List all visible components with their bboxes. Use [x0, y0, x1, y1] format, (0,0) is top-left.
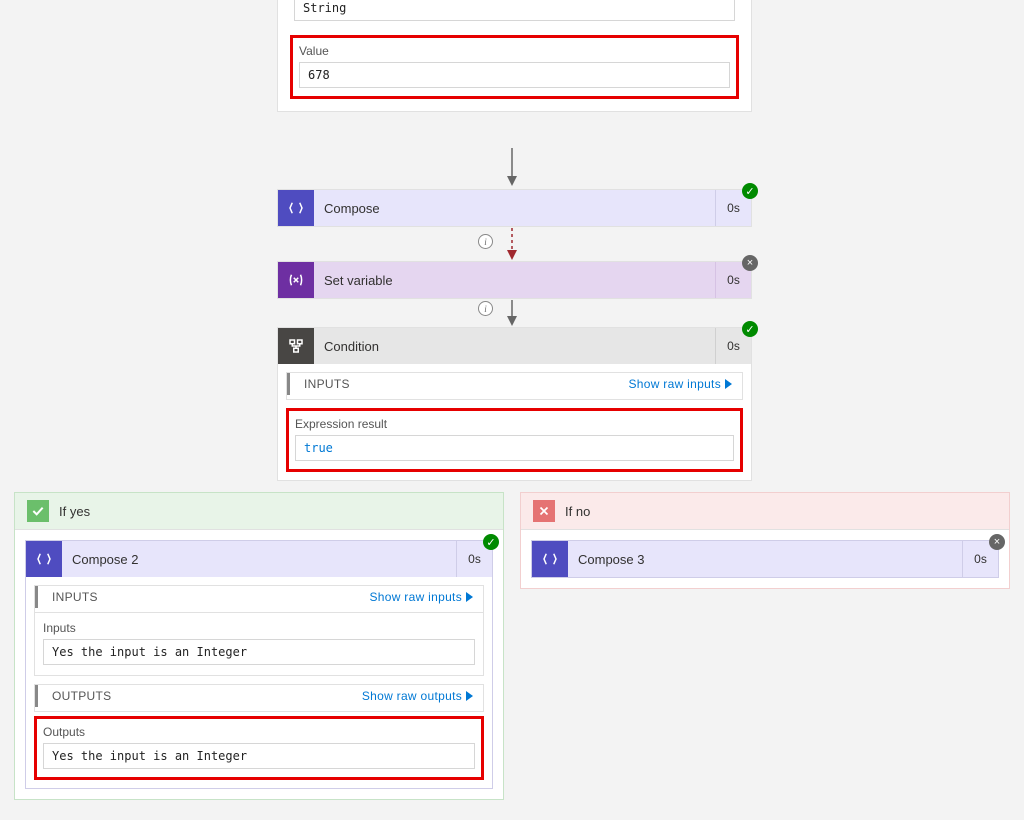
compose-2-step[interactable]: Compose 2 0s ✓ INPUTS Show raw inputs [25, 540, 493, 789]
arrow-connector [502, 148, 522, 188]
inputs-label: Inputs [43, 621, 475, 635]
skipped-icon: × [989, 534, 1005, 550]
value-value: 678 [299, 62, 730, 88]
compose-step[interactable]: Compose 0s ✓ [277, 189, 752, 227]
success-icon: ✓ [742, 321, 758, 337]
arrow-connector-dashed [502, 226, 522, 262]
success-icon: ✓ [483, 534, 499, 550]
info-icon[interactable]: i [478, 301, 493, 316]
show-raw-inputs-link[interactable]: Show raw inputs [628, 377, 732, 391]
inputs-header: INPUTS [52, 590, 98, 604]
if-no-branch[interactable]: If no Compose 3 0s × [520, 492, 1010, 589]
show-raw-outputs-link[interactable]: Show raw outputs [362, 689, 473, 703]
compose-icon [532, 541, 568, 577]
outputs-label: Outputs [43, 725, 475, 739]
compose-icon [278, 190, 314, 226]
inputs-header: INPUTS [304, 377, 350, 391]
compose-3-label: Compose 3 [568, 541, 962, 577]
set-variable-step[interactable]: Set variable 0s × [277, 261, 752, 299]
set-variable-label: Set variable [314, 262, 715, 298]
outputs-value: Yes the input is an Integer [43, 743, 475, 769]
if-yes-branch[interactable]: If yes Compose 2 0s ✓ INPUTS [14, 492, 504, 800]
chevron-right-icon [466, 691, 473, 701]
check-icon [27, 500, 49, 522]
outputs-highlight: Outputs Yes the input is an Integer [34, 716, 484, 780]
value-label: Value [299, 44, 730, 58]
chevron-right-icon [466, 592, 473, 602]
condition-inputs-section: INPUTS Show raw inputs [286, 372, 743, 400]
value-highlight: Value 678 [290, 35, 739, 99]
variable-icon [278, 262, 314, 298]
info-icon[interactable]: i [478, 234, 493, 249]
compose-label: Compose [314, 190, 715, 226]
compose-2-label: Compose 2 [62, 541, 456, 577]
expression-result-value: true [295, 435, 734, 461]
initialize-variable-card[interactable]: Type String Value 678 [277, 0, 752, 112]
type-value: String [294, 0, 735, 21]
condition-label: Condition [314, 328, 715, 364]
show-raw-inputs-link[interactable]: Show raw inputs [369, 590, 473, 604]
compose-2-inputs-header-section: INPUTS Show raw inputs [34, 585, 484, 613]
success-icon: ✓ [742, 183, 758, 199]
condition-step[interactable]: Condition 0s ✓ INPUTS Show raw inputs Ex… [277, 327, 752, 481]
close-icon [533, 500, 555, 522]
type-field-block: Type String [278, 0, 751, 31]
skipped-icon: × [742, 255, 758, 271]
compose-2-outputs-header-section: OUTPUTS Show raw outputs [34, 684, 484, 712]
inputs-value: Yes the input is an Integer [43, 639, 475, 665]
condition-icon [278, 328, 314, 364]
if-no-title: If no [565, 504, 590, 519]
compose-icon [26, 541, 62, 577]
if-yes-title: If yes [59, 504, 90, 519]
expression-result-label: Expression result [295, 417, 734, 431]
outputs-header: OUTPUTS [52, 689, 111, 703]
arrow-connector [502, 298, 522, 328]
chevron-right-icon [725, 379, 732, 389]
compose-3-step[interactable]: Compose 3 0s × [531, 540, 999, 578]
expression-result-highlight: Expression result true [286, 408, 743, 472]
